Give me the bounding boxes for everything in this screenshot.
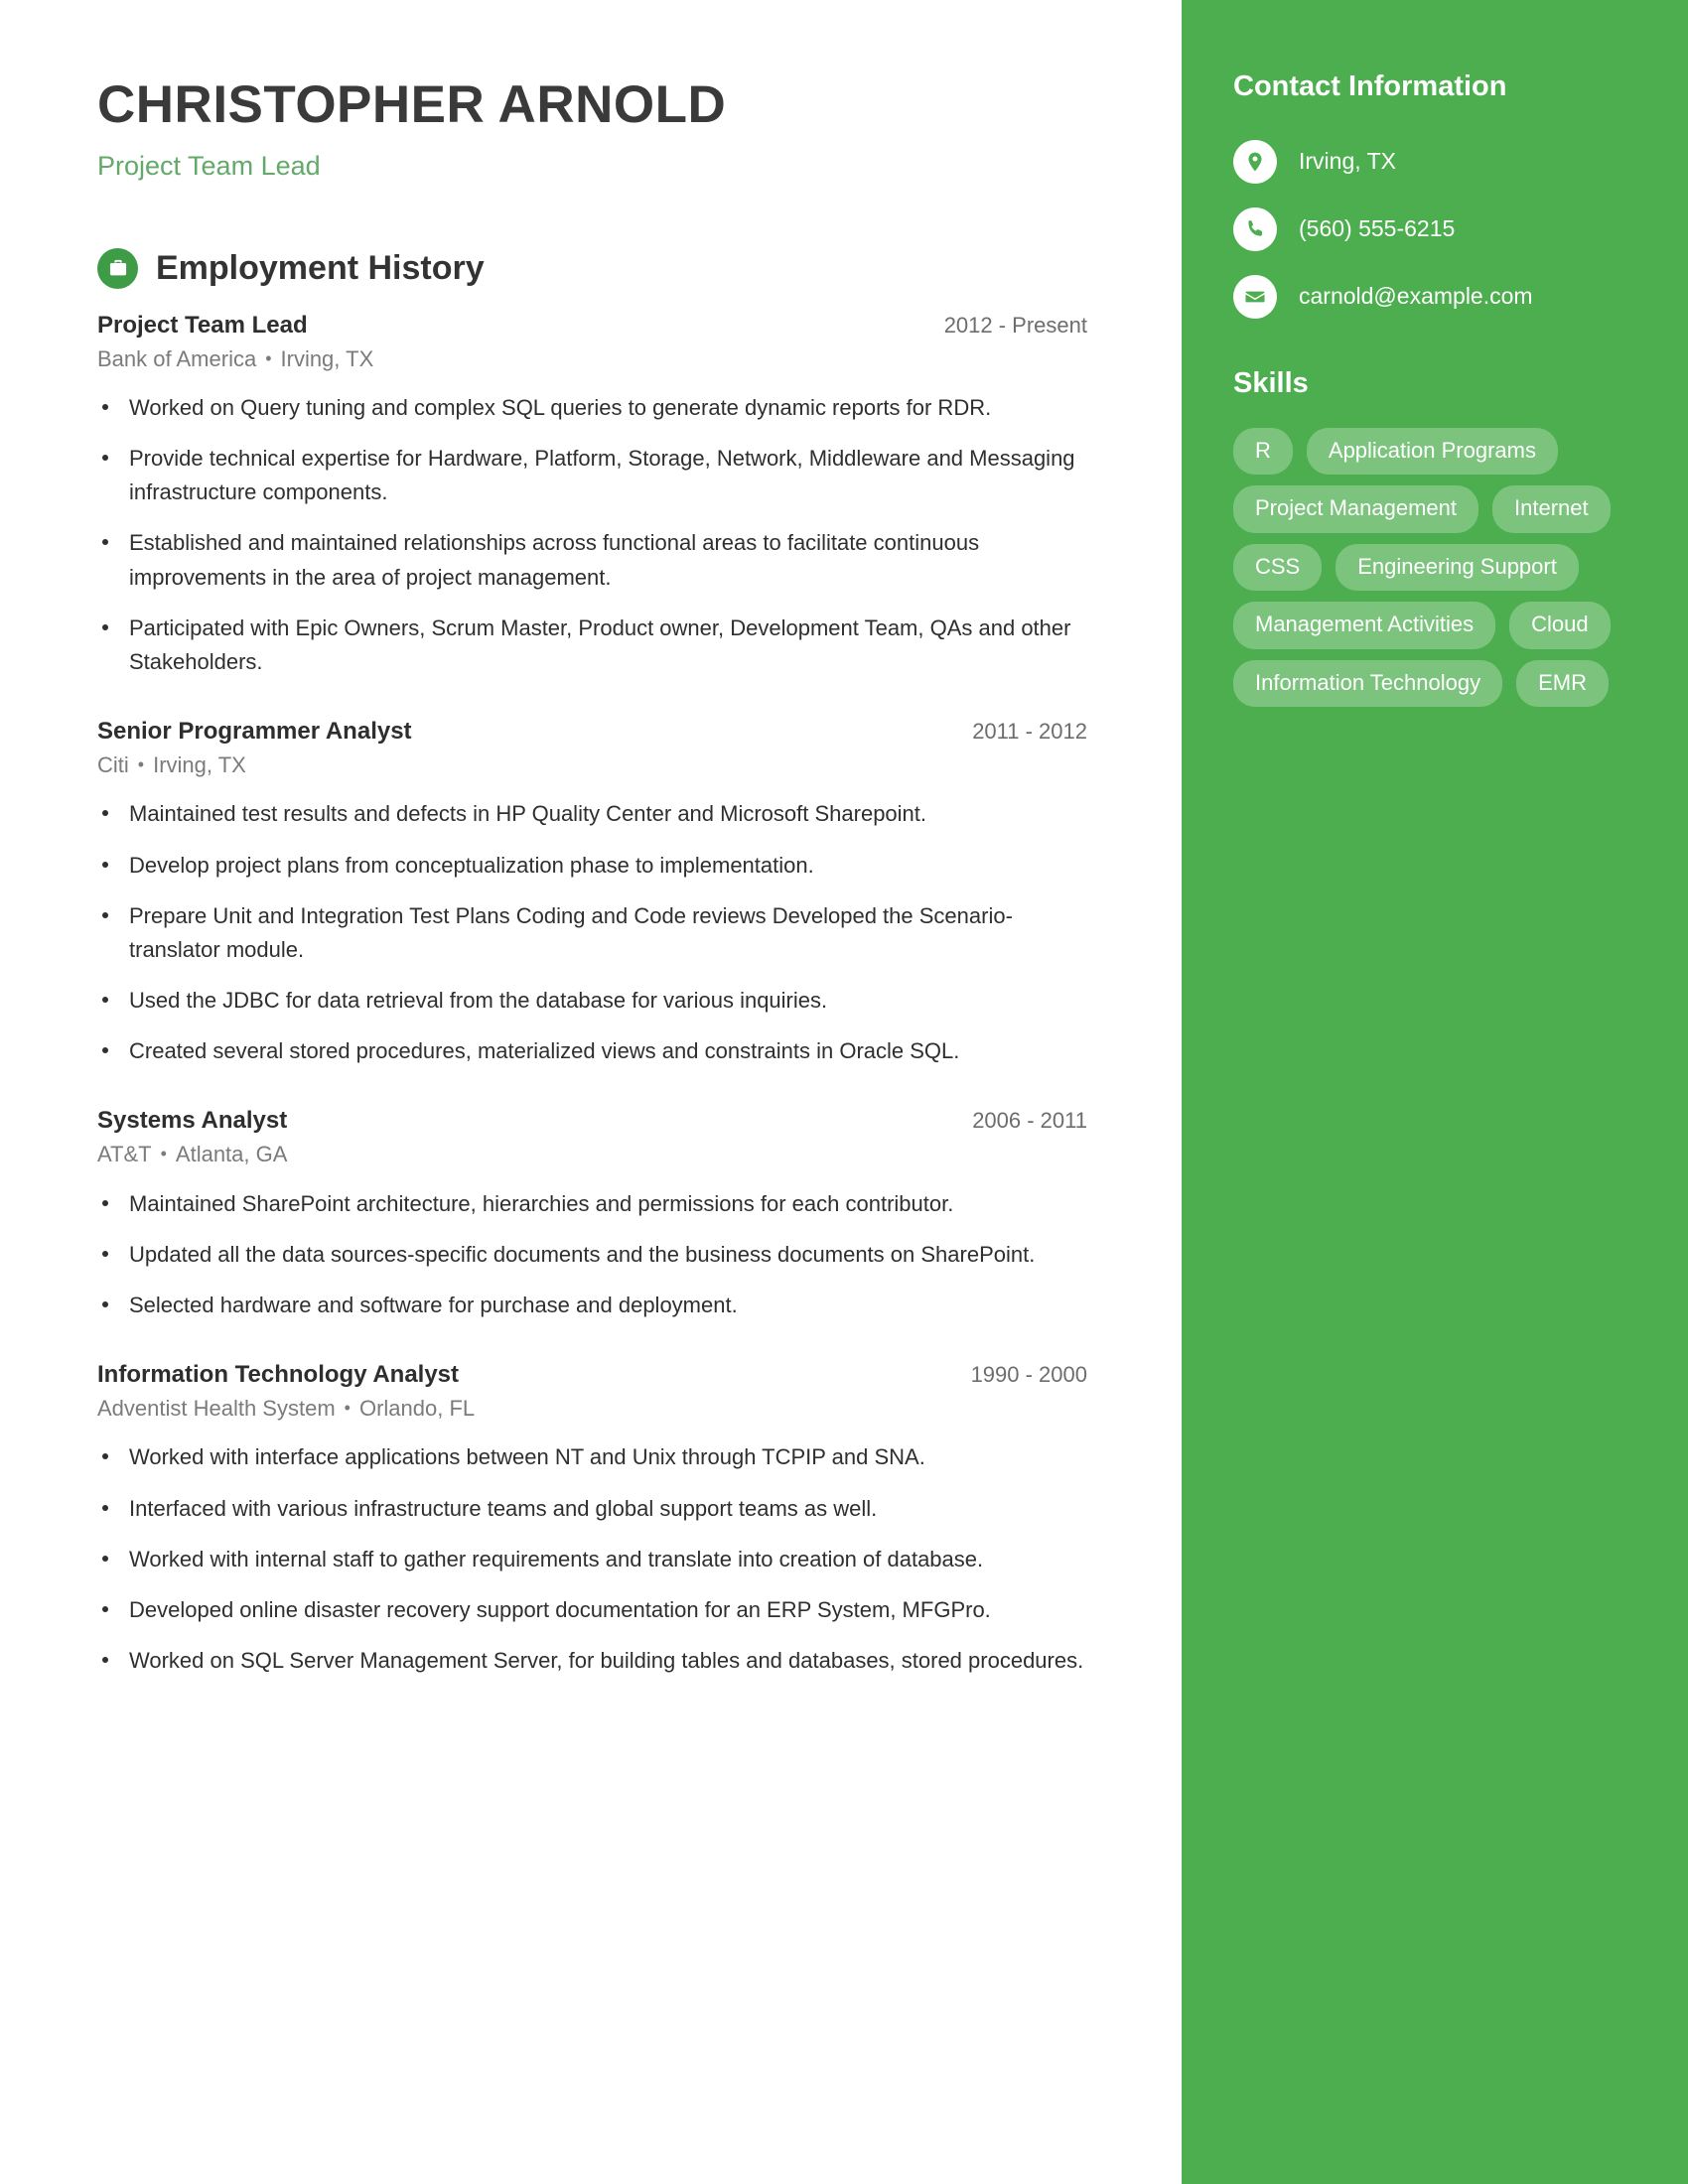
job-entry: Project Team Lead 2012 - Present Bank of… [97, 311, 1087, 679]
meta-separator: • [137, 753, 145, 774]
job-company: AT&T [97, 1141, 152, 1166]
skill-tag: Cloud [1509, 602, 1611, 649]
contact-list: Irving, TX (560) 555-6215 carnold@exampl… [1233, 139, 1636, 319]
skills-list: R Application Programs Project Managemen… [1233, 427, 1636, 708]
contact-item-email: carnold@example.com [1233, 274, 1636, 319]
job-company: Adventist Health System [97, 1395, 336, 1421]
location-pin-icon [1233, 139, 1277, 184]
contact-information-heading: Contact Information [1233, 70, 1507, 102]
sidebar: Contact Information Irving, TX (560) 555… [1182, 0, 1688, 2184]
skill-tag: Engineering Support [1336, 543, 1579, 592]
skill-tag: Internet [1492, 485, 1611, 533]
job-header: Information Technology Analyst 1990 - 20… [97, 1360, 1087, 1390]
job-location: Atlanta, GA [175, 1141, 288, 1166]
job-bullet: Created several stored procedures, mater… [97, 1034, 1087, 1068]
job-bullet: Participated with Epic Owners, Scrum Mas… [97, 612, 1087, 679]
job-company: Bank of America [97, 345, 257, 371]
job-bullet: Established and maintained relationships… [97, 526, 1087, 594]
phone-icon [1233, 206, 1277, 251]
skill-tag: R [1233, 427, 1293, 476]
employment-history-header: Employment History [97, 247, 1087, 289]
job-meta: Citi • Irving, TX [97, 751, 1087, 780]
candidate-title: Project Team Lead [97, 151, 321, 182]
meta-separator: • [160, 1143, 167, 1163]
employment-jobs-list: Project Team Lead 2012 - Present Bank of… [97, 311, 1087, 1678]
job-header: Project Team Lead 2012 - Present [97, 311, 1087, 341]
briefcase-icon [97, 247, 138, 289]
job-bullets: Worked with interface applications betwe… [97, 1440, 1087, 1677]
skill-tag: EMR [1516, 659, 1609, 708]
job-bullet: Updated all the data sources-specific do… [97, 1238, 1087, 1272]
job-bullet: Worked with internal staff to gather req… [97, 1543, 1087, 1576]
job-bullet: Worked on Query tuning and complex SQL q… [97, 391, 1087, 425]
contact-location-value: Irving, TX [1299, 147, 1396, 174]
job-header: Systems Analyst 2006 - 2011 [97, 1106, 1087, 1136]
skill-tag: Application Programs [1306, 427, 1558, 476]
job-bullet: Interfaced with various infrastructure t… [97, 1492, 1087, 1526]
skill-tag: Management Activities [1233, 602, 1496, 649]
resume-page: CHRISTOPHER ARNOLD Project Team Lead Emp… [0, 0, 1688, 2184]
job-dates: 2006 - 2011 [972, 1107, 1087, 1133]
job-entry: Systems Analyst 2006 - 2011 AT&T • Atlanta… [97, 1106, 1087, 1322]
job-bullet: Worked with interface applications betwe… [97, 1440, 1087, 1474]
job-company: Citi [97, 751, 129, 777]
job-bullet: Develop project plans from conceptualiza… [97, 849, 1087, 883]
skill-tag: CSS [1233, 543, 1323, 592]
job-role: Information Technology Analyst [97, 1360, 460, 1388]
job-role: Systems Analyst [97, 1106, 288, 1134]
skills-heading: Skills [1233, 366, 1309, 399]
job-entry: Senior Programmer Analyst 2011 - 2012 Ci… [97, 717, 1087, 1068]
job-bullet: Provide technical expertise for Hardware… [97, 442, 1087, 509]
job-bullet: Maintained test results and defects in H… [97, 797, 1087, 831]
envelope-icon [1233, 274, 1277, 319]
job-location: Irving, TX [280, 345, 374, 371]
job-meta: Adventist Health System • Orlando, FL [97, 1395, 1087, 1424]
job-dates: 1990 - 2000 [970, 1361, 1087, 1387]
job-dates: 2012 - Present [943, 312, 1087, 338]
meta-separator: • [344, 1397, 351, 1418]
candidate-name: CHRISTOPHER ARNOLD [97, 75, 727, 134]
job-bullet: Maintained SharePoint architecture, hier… [97, 1187, 1087, 1221]
contact-item-phone: (560) 555-6215 [1233, 206, 1636, 251]
job-dates: 2011 - 2012 [972, 718, 1087, 744]
skill-tag: Information Technology [1233, 659, 1503, 708]
meta-separator: • [265, 347, 272, 368]
job-bullet: Prepare Unit and Integration Test Plans … [97, 899, 1087, 967]
job-bullets: Maintained SharePoint architecture, hier… [97, 1187, 1087, 1322]
contact-phone-value: (560) 555-6215 [1299, 214, 1456, 241]
job-location: Irving, TX [153, 751, 246, 777]
job-bullet: Worked on SQL Server Management Server, … [97, 1644, 1087, 1678]
job-bullet: Developed online disaster recovery suppo… [97, 1593, 1087, 1627]
job-entry: Information Technology Analyst 1990 - 20… [97, 1360, 1087, 1678]
contact-item-location: Irving, TX [1233, 139, 1636, 184]
job-meta: Bank of America • Irving, TX [97, 345, 1087, 374]
job-location: Orlando, FL [358, 1395, 476, 1421]
job-header: Senior Programmer Analyst 2011 - 2012 [97, 717, 1087, 747]
main-content-column: CHRISTOPHER ARNOLD Project Team Lead Emp… [0, 0, 1182, 2184]
job-bullet: Used the JDBC for data retrieval from th… [97, 984, 1087, 1018]
contact-email-value: carnold@example.com [1299, 282, 1533, 309]
skill-tag: Project Management [1233, 485, 1478, 533]
employment-history-title: Employment History [156, 249, 485, 288]
job-meta: AT&T • Atlanta, GA [97, 1141, 1087, 1169]
job-bullets: Maintained test results and defects in H… [97, 797, 1087, 1068]
job-role: Senior Programmer Analyst [97, 717, 412, 745]
job-bullets: Worked on Query tuning and complex SQL q… [97, 391, 1087, 679]
job-bullet: Selected hardware and software for purch… [97, 1289, 1087, 1322]
job-role: Project Team Lead [97, 311, 308, 339]
